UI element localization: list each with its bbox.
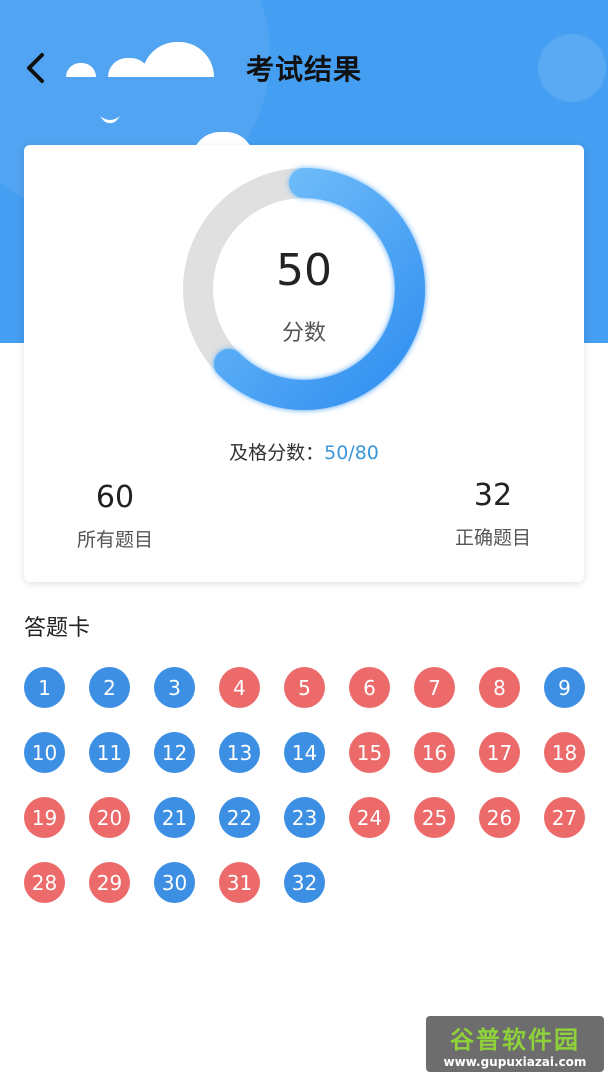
score-label: 分数 <box>281 321 326 346</box>
correct-questions-count: 32 <box>473 478 513 513</box>
bird-icon <box>100 116 120 124</box>
answer-item[interactable]: 31 <box>219 862 260 903</box>
watermark-logo: 谷普软件园 www.gupuxiazai.com <box>426 1016 604 1072</box>
watermark-url: www.gupuxiazai.com <box>443 1055 587 1069</box>
answer-item[interactable]: 30 <box>154 862 195 903</box>
answer-item[interactable]: 9 <box>544 667 585 708</box>
answer-item[interactable]: 27 <box>544 797 585 838</box>
total-questions-count: 60 <box>95 480 135 515</box>
answer-item[interactable]: 22 <box>219 797 260 838</box>
answer-item[interactable]: 2 <box>89 667 130 708</box>
answer-item[interactable]: 20 <box>89 797 130 838</box>
answer-item[interactable]: 25 <box>414 797 455 838</box>
total-questions-stat: 60 所有题目 <box>50 480 180 552</box>
answer-item[interactable]: 6 <box>349 667 390 708</box>
result-card: 50 分数 及格分数：50/80 60 所有题目 32 正确题目 <box>24 145 584 582</box>
answer-grid: 1 2 3 4 5 6 7 8 9 10 11 12 13 14 15 16 17 18 19 20 21 22 23 24 2… <box>24 667 594 903</box>
answer-item[interactable]: 28 <box>24 862 65 903</box>
answer-item[interactable]: 16 <box>414 732 455 773</box>
answer-item[interactable]: 26 <box>479 797 520 838</box>
answer-item[interactable]: 10 <box>24 732 65 773</box>
correct-questions-stat: 32 正确题目 <box>428 478 558 550</box>
total-questions-label: 所有题目 <box>76 529 153 551</box>
answer-item[interactable]: 29 <box>89 862 130 903</box>
answer-item[interactable]: 4 <box>219 667 260 708</box>
answer-item[interactable]: 11 <box>89 732 130 773</box>
answer-item[interactable]: 14 <box>284 732 325 773</box>
answer-item[interactable]: 5 <box>284 667 325 708</box>
watermark-brand: 谷普软件园 <box>450 1026 580 1054</box>
pass-score-value: 50/80 <box>324 442 379 464</box>
answer-item[interactable]: 8 <box>479 667 520 708</box>
answer-item[interactable]: 24 <box>349 797 390 838</box>
answer-item[interactable]: 12 <box>154 732 195 773</box>
answer-item[interactable]: 17 <box>479 732 520 773</box>
answer-item[interactable]: 21 <box>154 797 195 838</box>
answer-item[interactable]: 7 <box>414 667 455 708</box>
page-title: 考试结果 <box>245 53 362 86</box>
answer-item[interactable]: 19 <box>24 797 65 838</box>
answer-card-title: 答题卡 <box>24 616 91 641</box>
answer-item[interactable]: 32 <box>284 862 325 903</box>
pass-score-line: 及格分数：50/80 <box>24 438 584 465</box>
answer-item[interactable]: 23 <box>284 797 325 838</box>
answer-item[interactable]: 3 <box>154 667 195 708</box>
answer-item[interactable]: 1 <box>24 667 65 708</box>
answer-item[interactable]: 15 <box>349 732 390 773</box>
answer-item[interactable]: 13 <box>219 732 260 773</box>
score-value: 50 <box>276 245 332 296</box>
answer-item[interactable]: 18 <box>544 732 585 773</box>
correct-questions-label: 正确题目 <box>454 527 531 549</box>
pass-score-label: 及格分数： <box>229 442 325 464</box>
